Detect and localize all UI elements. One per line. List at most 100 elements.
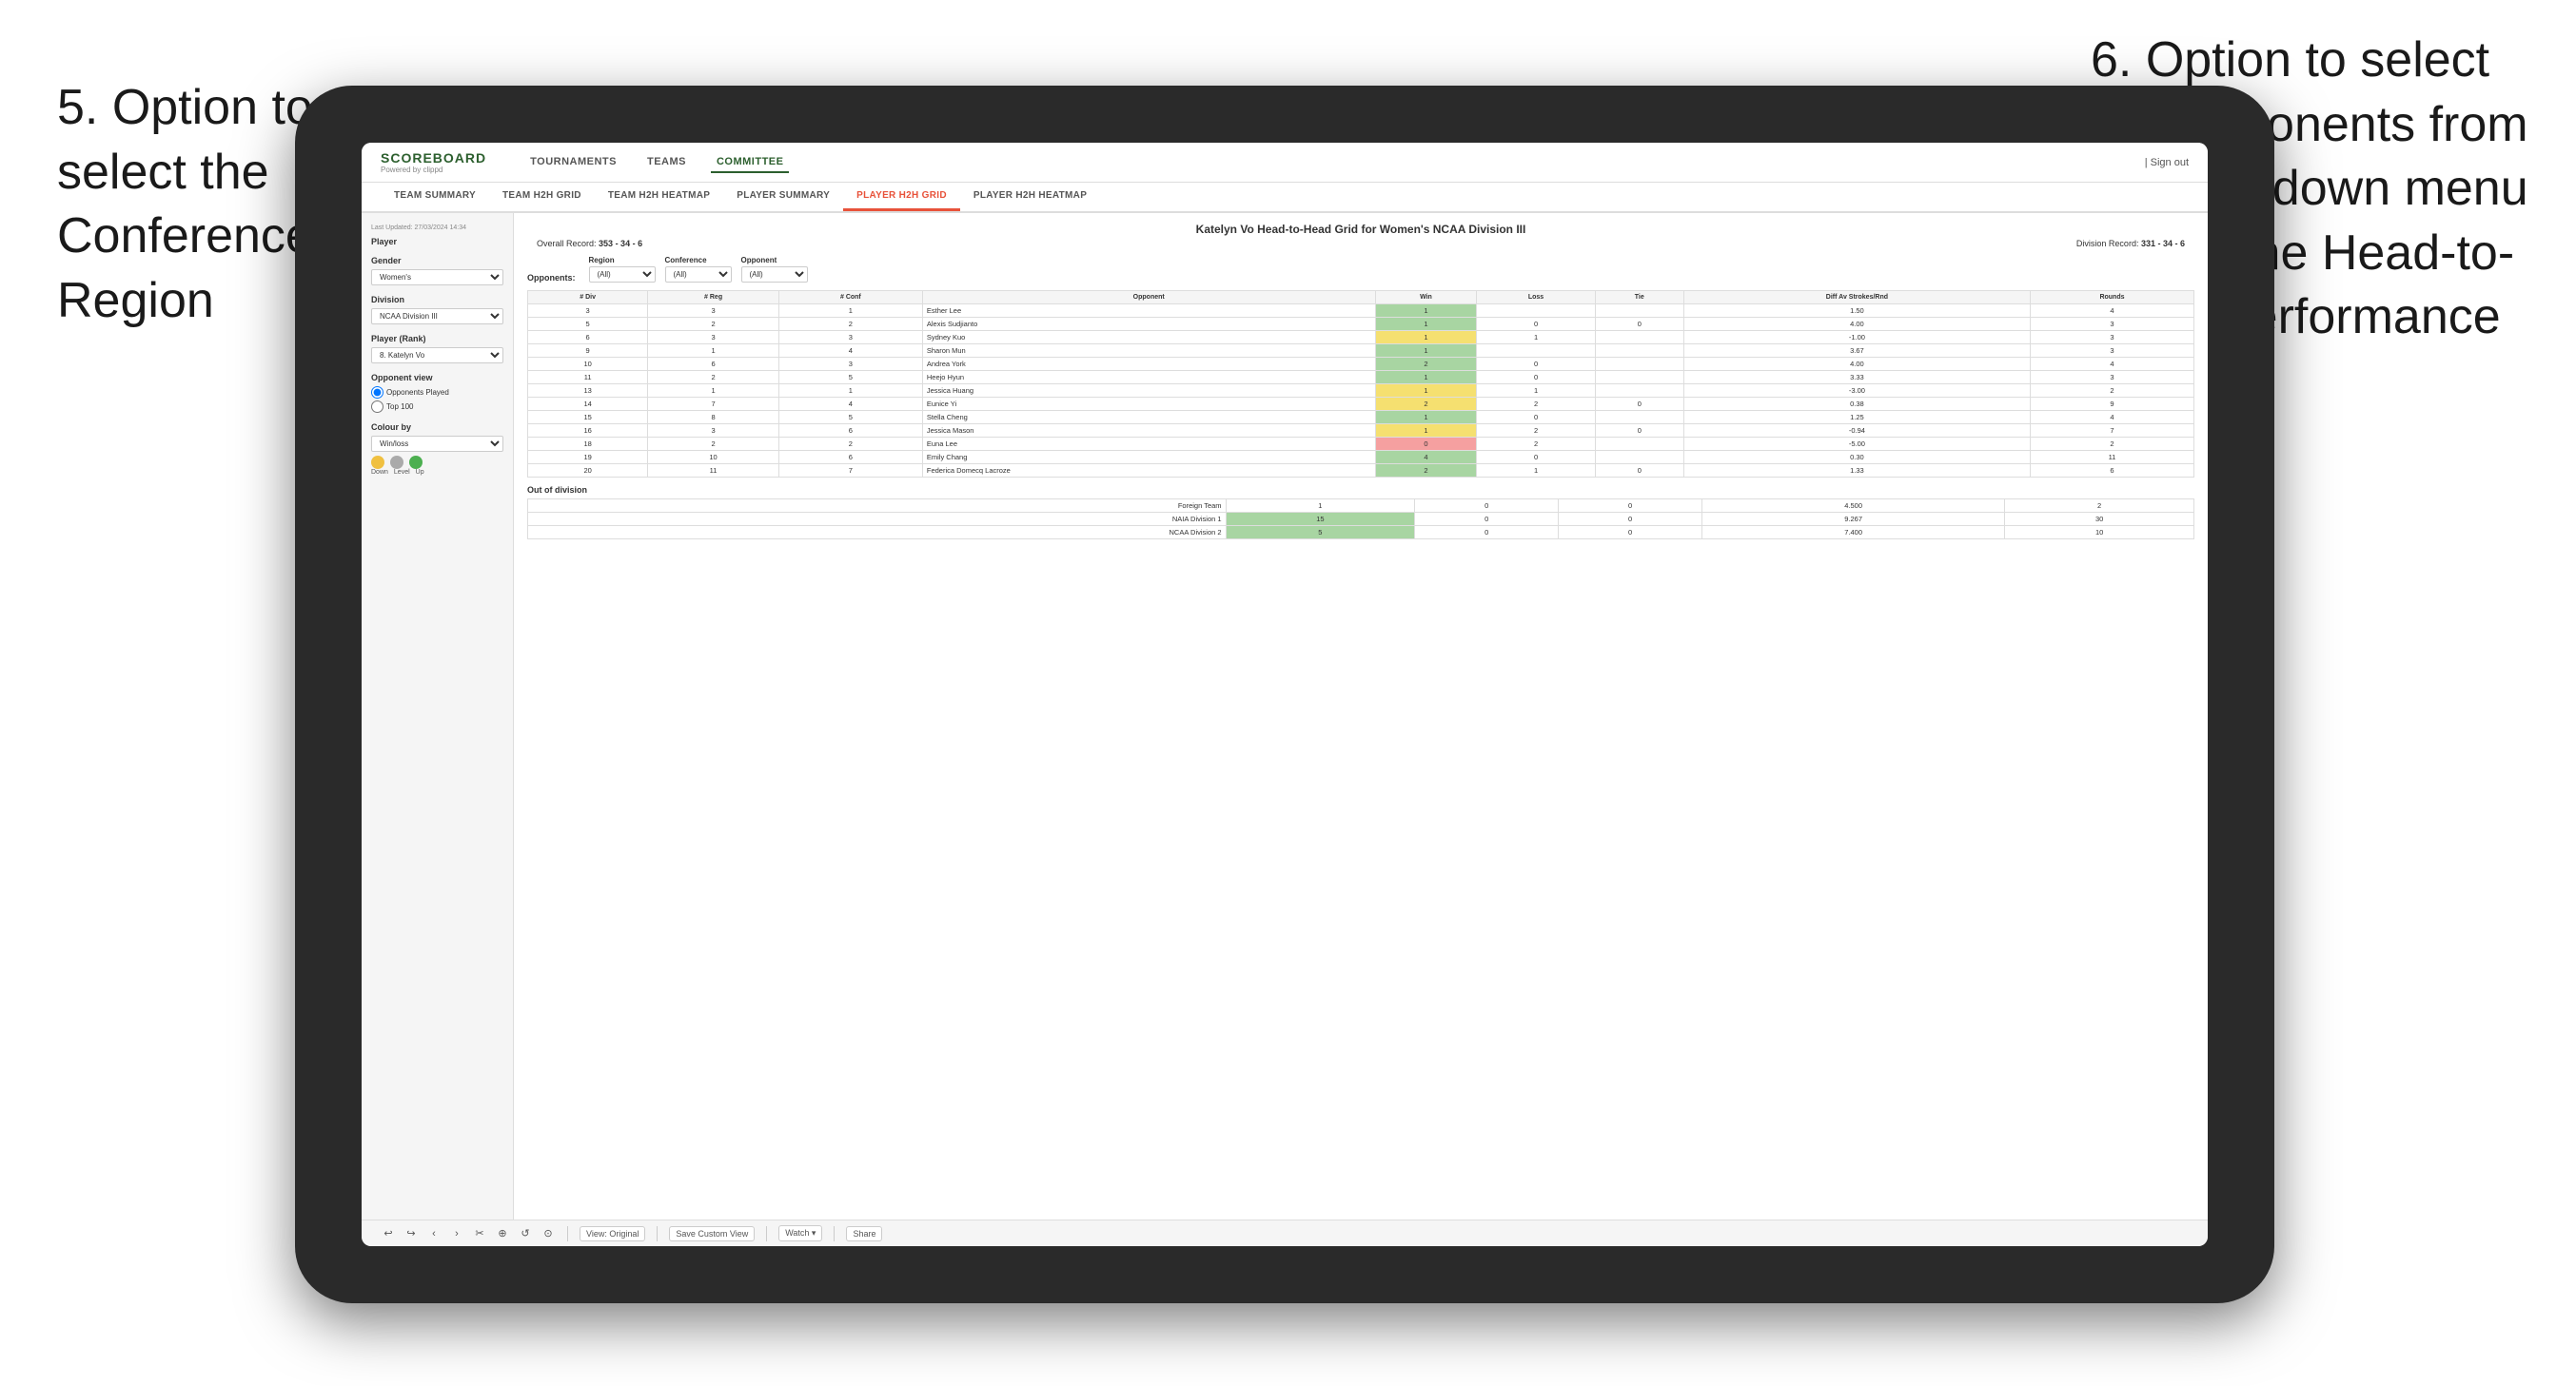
cell-diff: 1.33 — [1683, 464, 2030, 478]
h2h-grid-table: # Div # Reg # Conf Opponent Win Loss Tie… — [527, 290, 2194, 478]
colour-by-select[interactable]: Win/loss — [371, 436, 503, 452]
table-row: 5 2 2 Alexis Sudjianto 1 0 0 4.00 3 — [528, 318, 2194, 331]
cell-opponent: Esther Lee — [922, 304, 1375, 318]
sidebar-player-section: Player — [371, 237, 503, 246]
grid-title: Katelyn Vo Head-to-Head Grid for Women's… — [527, 223, 2194, 236]
cell-rounds: 3 — [2030, 344, 2193, 358]
sidebar-gender-section: Gender Women's Men's — [371, 256, 503, 285]
sidebar-player-rank-section: Player (Rank) 8. Katelyn Vo — [371, 334, 503, 363]
cell-tie: 0 — [1595, 464, 1683, 478]
refresh-icon[interactable]: ↺ — [518, 1226, 533, 1241]
undo-icon[interactable]: ↩ — [381, 1226, 396, 1241]
app-header: SCOREBOARD Powered by clippd TOURNAMENTS… — [362, 143, 2208, 183]
out-division-row: NCAA Division 2 5 0 0 7.400 10 — [528, 526, 2194, 539]
top100-radio[interactable]: Top 100 — [371, 400, 503, 413]
table-row: 18 2 2 Euna Lee 0 2 -5.00 2 — [528, 438, 2194, 451]
subnav-team-h2h-heatmap[interactable]: TEAM H2H HEATMAP — [595, 183, 723, 211]
cell-div: 16 — [528, 424, 648, 438]
opponent-filter-select[interactable]: (All) — [741, 266, 808, 283]
cell-rounds: 4 — [2030, 358, 2193, 371]
sidebar-colour-section: Colour by Win/loss Down Level Up — [371, 422, 503, 476]
table-row: 19 10 6 Emily Chang 4 0 0.30 11 — [528, 451, 2194, 464]
cell-tie: 0 — [1595, 424, 1683, 438]
out-diff-cell: 4.500 — [1702, 499, 2005, 513]
subnav-player-summary[interactable]: PLAYER SUMMARY — [723, 183, 843, 211]
cut-icon[interactable]: ✂ — [472, 1226, 487, 1241]
table-row: 11 2 5 Heejo Hyun 1 0 3.33 3 — [528, 371, 2194, 384]
opponent-filter-label: Opponent — [741, 256, 808, 264]
forward-icon[interactable]: › — [449, 1226, 464, 1241]
nav-committee[interactable]: COMMITTEE — [711, 152, 790, 173]
target-icon[interactable]: ⊙ — [541, 1226, 556, 1241]
cell-reg: 2 — [648, 438, 779, 451]
toolbar-sep-3 — [766, 1226, 767, 1241]
overall-record: Overall Record: 353 - 34 - 6 — [537, 239, 642, 248]
division-record-value: 331 - 34 - 6 — [2141, 239, 2185, 248]
cell-conf: 6 — [778, 424, 922, 438]
cell-div: 19 — [528, 451, 648, 464]
cell-loss: 1 — [1477, 464, 1595, 478]
watch-button[interactable]: Watch ▾ — [778, 1225, 822, 1241]
cell-loss: 0 — [1477, 358, 1595, 371]
logo-subtitle: Powered by clippd — [381, 166, 486, 174]
color-dot-up — [409, 456, 423, 469]
cell-win: 1 — [1375, 384, 1477, 398]
out-division-title: Out of division — [527, 485, 2194, 495]
col-opponent: Opponent — [922, 291, 1375, 304]
sidebar-player-label: Player — [371, 237, 503, 246]
cell-reg: 1 — [648, 384, 779, 398]
division-select[interactable]: NCAA Division III NCAA Division I NCAA D… — [371, 308, 503, 324]
cell-rounds: 2 — [2030, 438, 2193, 451]
subnav-team-summary[interactable]: TEAM SUMMARY — [381, 183, 489, 211]
cell-conf: 1 — [778, 304, 922, 318]
cell-div: 18 — [528, 438, 648, 451]
color-dot-level — [390, 456, 403, 469]
region-filter-group: Region (All) — [589, 256, 656, 283]
cell-diff: 1.50 — [1683, 304, 2030, 318]
back-icon[interactable]: ‹ — [426, 1226, 442, 1241]
out-name-cell: Foreign Team — [528, 499, 1227, 513]
sidebar-opponent-view-section: Opponent view Opponents Played Top 100 — [371, 373, 503, 413]
add-icon[interactable]: ⊕ — [495, 1226, 510, 1241]
cell-div: 3 — [528, 304, 648, 318]
redo-icon[interactable]: ↪ — [403, 1226, 419, 1241]
cell-loss: 0 — [1477, 371, 1595, 384]
conference-filter-select[interactable]: (All) — [665, 266, 732, 283]
cell-tie — [1595, 438, 1683, 451]
toolbar-sep-4 — [834, 1226, 835, 1241]
region-filter-select[interactable]: (All) — [589, 266, 656, 283]
subnav-player-h2h-heatmap[interactable]: PLAYER H2H HEATMAP — [960, 183, 1100, 211]
cell-opponent: Stella Cheng — [922, 411, 1375, 424]
opponent-played-radio[interactable]: Opponents Played — [371, 386, 503, 399]
share-button[interactable]: Share — [846, 1226, 882, 1241]
cell-reg: 2 — [648, 371, 779, 384]
nav-teams[interactable]: TEAMS — [641, 152, 692, 173]
cell-win: 2 — [1375, 398, 1477, 411]
cell-opponent: Sydney Kuo — [922, 331, 1375, 344]
cell-reg: 3 — [648, 331, 779, 344]
opponent-view-label: Opponent view — [371, 373, 503, 382]
subnav-player-h2h-grid[interactable]: PLAYER H2H GRID — [843, 183, 960, 211]
toolbar-sep-2 — [657, 1226, 658, 1241]
subnav-team-h2h-grid[interactable]: TEAM H2H GRID — [489, 183, 595, 211]
cell-reg: 3 — [648, 424, 779, 438]
division-record: Division Record: 331 - 34 - 6 — [2076, 239, 2185, 248]
cell-conf: 2 — [778, 438, 922, 451]
cell-loss: 2 — [1477, 398, 1595, 411]
table-row: 10 6 3 Andrea York 2 0 4.00 4 — [528, 358, 2194, 371]
cell-win: 1 — [1375, 331, 1477, 344]
save-custom-view-button[interactable]: Save Custom View — [669, 1226, 755, 1241]
player-rank-select[interactable]: 8. Katelyn Vo — [371, 347, 503, 363]
sign-out[interactable]: | Sign out — [2145, 157, 2189, 168]
cell-rounds: 3 — [2030, 318, 2193, 331]
main-content: Last Updated: 27/03/2024 14:34 Player Ge… — [362, 213, 2208, 1220]
cell-rounds: 4 — [2030, 304, 2193, 318]
out-win-cell: 5 — [1226, 526, 1415, 539]
view-original-button[interactable]: View: Original — [580, 1226, 645, 1241]
tablet-screen: SCOREBOARD Powered by clippd TOURNAMENTS… — [362, 143, 2208, 1246]
nav-tournaments[interactable]: TOURNAMENTS — [524, 152, 622, 173]
cell-tie — [1595, 344, 1683, 358]
gender-select[interactable]: Women's Men's — [371, 269, 503, 285]
cell-tie — [1595, 384, 1683, 398]
cell-conf: 5 — [778, 371, 922, 384]
